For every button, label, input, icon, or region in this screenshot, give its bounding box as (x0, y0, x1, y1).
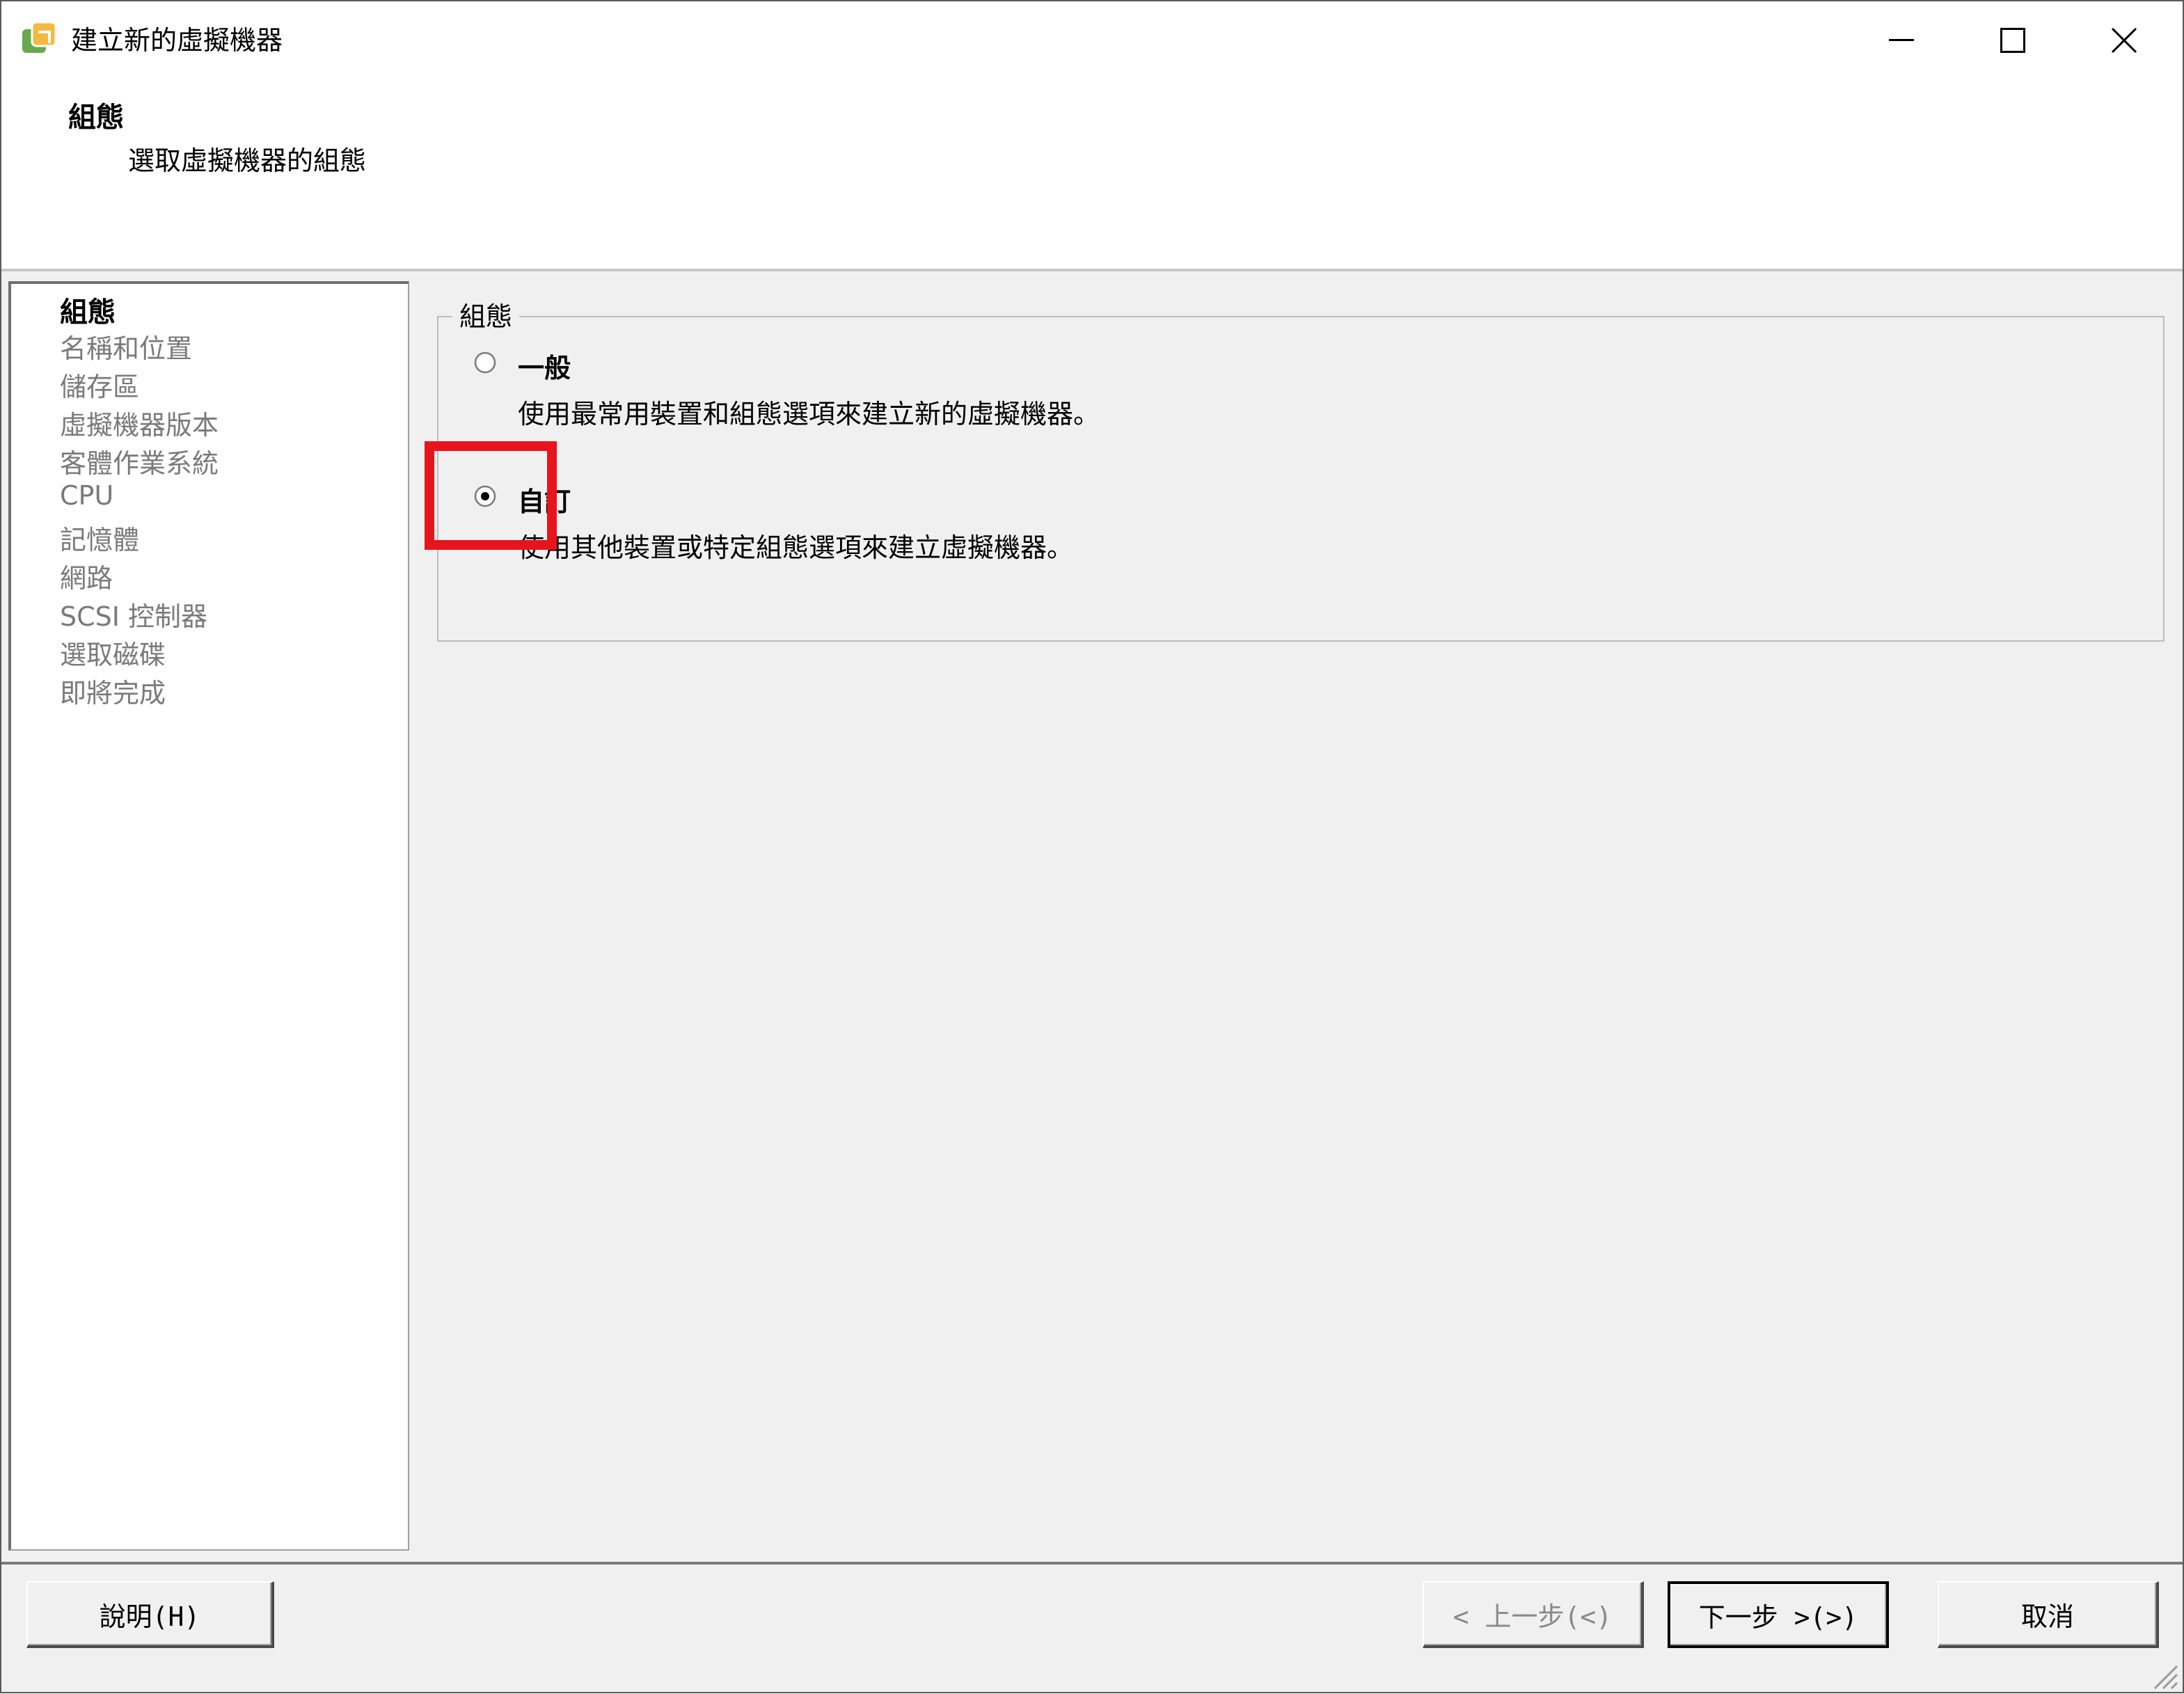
page-subtitle: 選取虛擬機器的組態 (128, 145, 367, 176)
typical-radio[interactable] (473, 351, 497, 374)
resize-grip-icon[interactable] (2149, 1661, 2180, 1691)
close-button[interactable] (2089, 15, 2159, 65)
minimize-button[interactable] (1867, 15, 1936, 65)
wizard-step-list: 組態 名稱和位置 儲存區 虛擬機器版本 客體作業系統 CPU 記憶體 網路 SC… (8, 281, 409, 1551)
nav-step-name-location: 名稱和位置 (60, 333, 193, 364)
custom-option-description: 使用其他裝置或特定組態選項來建立虛擬機器。 (518, 532, 1074, 563)
next-button[interactable]: 下一步 >(>) (1668, 1581, 1889, 1648)
cancel-button[interactable]: 取消 (1938, 1581, 2159, 1648)
minimize-icon (1889, 39, 1914, 41)
maximize-icon (2000, 28, 2025, 53)
nav-step-memory: 記憶體 (60, 525, 140, 555)
nav-step-select-disk: 選取磁碟 (60, 640, 166, 670)
maximize-button[interactable] (1978, 15, 2048, 65)
nav-step-cpu: CPU (60, 480, 114, 511)
vsphere-app-icon (19, 19, 58, 58)
nav-step-vm-version: 虛擬機器版本 (60, 410, 219, 441)
close-icon (2111, 27, 2137, 54)
nav-step-configuration[interactable]: 組態 (60, 290, 116, 330)
wizard-window: 建立新的虛擬機器 組態 選取虛擬機器的組態 組態 名稱和位置 儲存區 虛擬機器版… (0, 0, 2184, 1693)
title-bar[interactable]: 建立新的虛擬機器 (1, 1, 2183, 79)
page-title: 組態 (68, 102, 124, 134)
radio-unchecked-icon (474, 351, 496, 374)
typical-option-description: 使用最常用裝置和組態選項來建立新的虛擬機器。 (518, 399, 1100, 429)
help-button[interactable]: 說明(H) (26, 1581, 274, 1648)
nav-step-scsi-controller: SCSI 控制器 (60, 601, 208, 632)
window-title: 建立新的虛擬機器 (71, 25, 283, 56)
footer-divider (1, 1562, 2183, 1565)
groupbox-label: 組態 (452, 295, 520, 333)
nav-step-storage: 儲存區 (60, 372, 140, 402)
nav-step-ready-to-complete: 即將完成 (60, 678, 166, 709)
configuration-groupbox (437, 316, 2165, 642)
nav-step-network: 網路 (60, 563, 113, 594)
nav-step-guest-os: 客體作業系統 (60, 448, 219, 479)
annotation-highlight-box (425, 441, 557, 550)
wizard-header: 組態 選取虛擬機器的組態 (1, 79, 2183, 271)
back-button[interactable]: < 上一步(<) (1423, 1581, 1644, 1648)
typical-option-label[interactable]: 一般 (518, 347, 571, 385)
